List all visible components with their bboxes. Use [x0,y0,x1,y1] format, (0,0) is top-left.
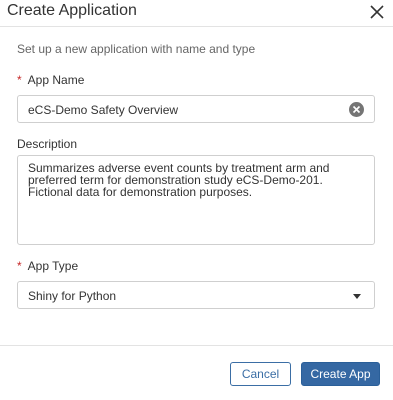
clear-input-icon[interactable] [349,102,364,117]
create-application-dialog: Create Application Set up a new applicat… [0,0,393,400]
app-type-label-text: App Type [27,259,79,273]
app-type-selected-value: Shiny for Python [28,289,117,303]
app-name-value: eCS-Demo Safety Overview [28,103,179,117]
cancel-button[interactable]: Cancel [230,362,291,386]
description-value: Summarizes adverse event counts by treat… [28,162,358,198]
app-type-select[interactable]: Shiny for Python [17,281,375,309]
required-marker: * [17,259,22,273]
description-textarea[interactable]: Summarizes adverse event counts by treat… [17,155,375,245]
close-icon [370,5,384,19]
app-name-input[interactable]: eCS-Demo Safety Overview [17,95,375,123]
dialog-header: Create Application [0,0,393,27]
dialog-title: Create Application [7,2,137,19]
required-marker: * [17,73,22,87]
app-name-label-text: App Name [27,73,85,87]
app-type-label: * App Type [17,259,78,273]
app-name-label: * App Name [17,73,84,87]
description-line: Fictional data for demonstration purpose… [28,185,253,199]
footer-divider [0,345,393,346]
create-app-button[interactable]: Create App [301,362,380,386]
chevron-down-icon [353,294,361,299]
dialog-subtitle: Set up a new application with name and t… [17,42,256,56]
close-button[interactable] [369,4,385,20]
description-label: Description [17,137,78,151]
